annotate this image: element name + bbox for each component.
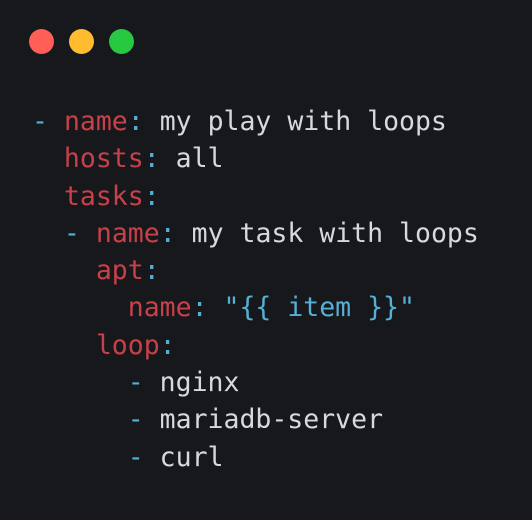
code-line: - name: my task with loops (32, 215, 479, 252)
yaml-value: "{{ item }}" (223, 292, 415, 324)
code-line: hosts: all (32, 140, 479, 177)
code-line: - mariadb-server (32, 401, 479, 438)
code-line: - name: my play with loops (32, 103, 479, 140)
maximize-button[interactable] (109, 29, 134, 54)
yaml-colon: : (143, 180, 160, 212)
code-window: - name: my play with loops hosts: all ta… (0, 0, 532, 520)
close-button[interactable] (29, 29, 54, 54)
yaml-key: name (127, 292, 192, 324)
yaml-list-dash: - (32, 106, 48, 137)
code-line: - curl (32, 439, 479, 476)
yaml-key: name (95, 217, 160, 249)
code-line: apt: (32, 252, 479, 289)
yaml-key: name (63, 106, 128, 137)
code-line: - nginx (32, 364, 479, 401)
code-line: loop: (32, 327, 479, 364)
yaml-list-dash: - (127, 441, 144, 473)
yaml-list-dash: - (127, 404, 144, 436)
yaml-colon: : (127, 106, 144, 137)
yaml-colon: : (159, 329, 176, 361)
code-line: name: "{{ item }}" (32, 289, 479, 326)
yaml-list-dash: - (127, 367, 144, 399)
yaml-key: loop (95, 329, 160, 361)
yaml-value: curl (159, 441, 224, 473)
yaml-colon: : (159, 217, 176, 249)
window-controls (29, 29, 134, 54)
yaml-colon: : (191, 292, 208, 324)
yaml-value: my play with loops (159, 106, 447, 137)
minimize-button[interactable] (69, 29, 94, 54)
code-line: tasks: (32, 178, 479, 215)
yaml-colon: : (143, 143, 160, 175)
yaml-key: apt (95, 255, 144, 287)
yaml-key: hosts (63, 143, 144, 175)
yaml-value: mariadb-server (159, 404, 384, 436)
code-block: - name: my play with loops hosts: all ta… (32, 103, 479, 476)
yaml-colon: : (143, 255, 160, 287)
yaml-key: tasks (63, 180, 144, 212)
yaml-value: my task with loops (191, 217, 479, 249)
yaml-value: all (175, 143, 224, 175)
yaml-value: nginx (159, 367, 240, 399)
yaml-list-dash: - (63, 217, 80, 249)
